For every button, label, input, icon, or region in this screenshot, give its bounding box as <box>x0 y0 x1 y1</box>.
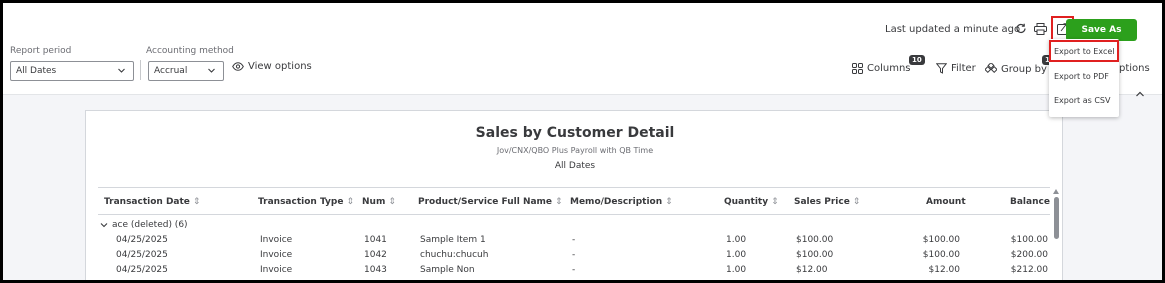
group-by-icon <box>985 63 997 74</box>
cell-balance: $100.00 <box>1010 235 1048 245</box>
cell-memo: - <box>572 250 576 260</box>
chevron-down-icon <box>118 68 125 73</box>
report-toolbar: Last updated a minute ago Save As Report… <box>3 3 1162 98</box>
cell-num: 1042 <box>364 250 387 260</box>
last-updated-text: Last updated a minute ago <box>885 24 1021 35</box>
accounting-method-value: Accrual <box>154 66 188 76</box>
export-to-excel-item[interactable]: Export to Excel <box>1054 47 1115 56</box>
report-sheet: Sales by Customer Detail Jov/CNX/QBO Plu… <box>85 110 1063 280</box>
filter-button[interactable]: Filter <box>936 63 976 74</box>
filter-divider <box>140 60 141 80</box>
view-options-label: View options <box>248 61 312 72</box>
cell-memo: - <box>572 235 576 245</box>
sort-icon: ⇕ <box>346 197 354 207</box>
eye-icon <box>232 62 244 71</box>
chevron-down-icon <box>100 223 108 228</box>
cell-price: $100.00 <box>796 250 834 260</box>
group-row[interactable]: ace (deleted) (6) <box>100 220 188 230</box>
group-by-label: Group by <box>1001 63 1047 75</box>
print-icon[interactable] <box>1032 21 1048 37</box>
table-header: Transaction Date ⇕ Transaction Type ⇕ Num ⇕… <box>98 187 1050 215</box>
report-period-select[interactable]: All Dates <box>10 61 134 81</box>
column-header[interactable]: Memo/Description ⇕ <box>570 197 673 207</box>
cell-num: 1041 <box>364 235 387 245</box>
cell-type: Invoice <box>260 265 293 275</box>
cell-product: chuchu:chucuh <box>420 250 489 260</box>
report-title: Sales by Customer Detail <box>475 125 675 141</box>
accounting-method-select[interactable]: Accrual <box>148 61 224 81</box>
cell-product: Sample Non <box>420 265 475 275</box>
group-name: ace (deleted) (6) <box>112 220 188 230</box>
table-row[interactable]: 04/25/2025 Invoice 1043 Sample Non - 1.0… <box>98 265 1050 279</box>
cell-product: Sample Item 1 <box>420 235 486 245</box>
column-header[interactable]: Balance <box>1010 197 1050 207</box>
columns-label: Columns <box>867 63 911 74</box>
column-header[interactable]: Sales Price ⇕ <box>794 197 860 207</box>
options-label[interactable]: ptions <box>1119 63 1150 74</box>
group-by-button[interactable]: Group by <box>985 63 1047 75</box>
column-header[interactable]: Transaction Type ⇕ <box>258 197 354 207</box>
report-dates: All Dates <box>554 161 596 171</box>
columns-button[interactable]: Columns <box>852 63 911 74</box>
cell-date: 04/25/2025 <box>116 250 168 260</box>
columns-count-badge: 10 <box>909 55 925 65</box>
export-to-pdf-item[interactable]: Export to PDF <box>1054 72 1109 81</box>
company-name: Jov/CNX/QBO Plus Payroll with QB Time <box>496 146 654 155</box>
column-header[interactable]: Quantity ⇕ <box>724 197 779 207</box>
export-menu: Export to Excel Export to PDF Export as … <box>1049 39 1119 117</box>
cell-type: Invoice <box>260 250 293 260</box>
scrollbar-thumb[interactable] <box>1054 197 1059 239</box>
view-options-button[interactable]: View options <box>232 61 312 72</box>
cell-balance: $212.00 <box>1010 265 1048 275</box>
report-period-label: Report period <box>10 46 72 56</box>
cell-price: $100.00 <box>796 235 834 245</box>
cell-num: 1043 <box>364 265 387 275</box>
cell-quantity: 1.00 <box>726 265 747 275</box>
cell-date: 04/25/2025 <box>116 265 168 275</box>
sort-icon: ⇕ <box>852 197 861 207</box>
chevron-down-icon <box>208 68 215 73</box>
accounting-method-label: Accounting method <box>146 46 234 56</box>
table-row[interactable]: 04/25/2025 Invoice 1042 chuchu:chucuh - … <box>98 250 1050 264</box>
cell-quantity: 1.00 <box>726 235 747 245</box>
save-as-button[interactable]: Save As <box>1066 19 1137 41</box>
sort-icon: ⇕ <box>665 197 673 207</box>
export-as-csv-item[interactable]: Export as CSV <box>1054 96 1110 105</box>
cell-amount: $100.00 <box>922 235 960 245</box>
scroll-up-arrow-icon[interactable] <box>1053 189 1059 194</box>
cell-price: $12.00 <box>796 265 828 275</box>
columns-icon <box>852 63 863 74</box>
sort-icon: ⇕ <box>388 197 396 207</box>
cell-quantity: 1.00 <box>726 250 747 260</box>
filter-label: Filter <box>951 63 976 74</box>
sort-icon: ⇕ <box>192 197 201 207</box>
table-row[interactable]: 04/25/2025 Invoice 1041 Sample Item 1 - … <box>98 235 1050 249</box>
cell-amount: $12.00 <box>928 265 961 275</box>
column-header[interactable]: Amount <box>926 197 966 207</box>
cell-balance: $200.00 <box>1010 250 1048 260</box>
cell-amount: $100.00 <box>922 250 960 260</box>
column-header[interactable]: Product/Service Full Name ⇕ <box>418 197 563 207</box>
column-header[interactable]: Transaction Date ⇕ <box>104 197 200 207</box>
chevron-up-icon[interactable] <box>1135 90 1145 98</box>
app-frame: Last updated a minute ago Save As Report… <box>3 3 1162 280</box>
report-period-value: All Dates <box>16 66 57 76</box>
filter-icon <box>936 63 947 74</box>
refresh-icon[interactable] <box>1013 21 1029 37</box>
sort-icon: ⇕ <box>771 197 779 207</box>
cell-date: 04/25/2025 <box>116 235 168 245</box>
column-header[interactable]: Num ⇕ <box>362 197 396 207</box>
sort-icon: ⇕ <box>555 197 563 207</box>
cell-type: Invoice <box>260 235 293 245</box>
cell-memo: - <box>572 265 576 275</box>
